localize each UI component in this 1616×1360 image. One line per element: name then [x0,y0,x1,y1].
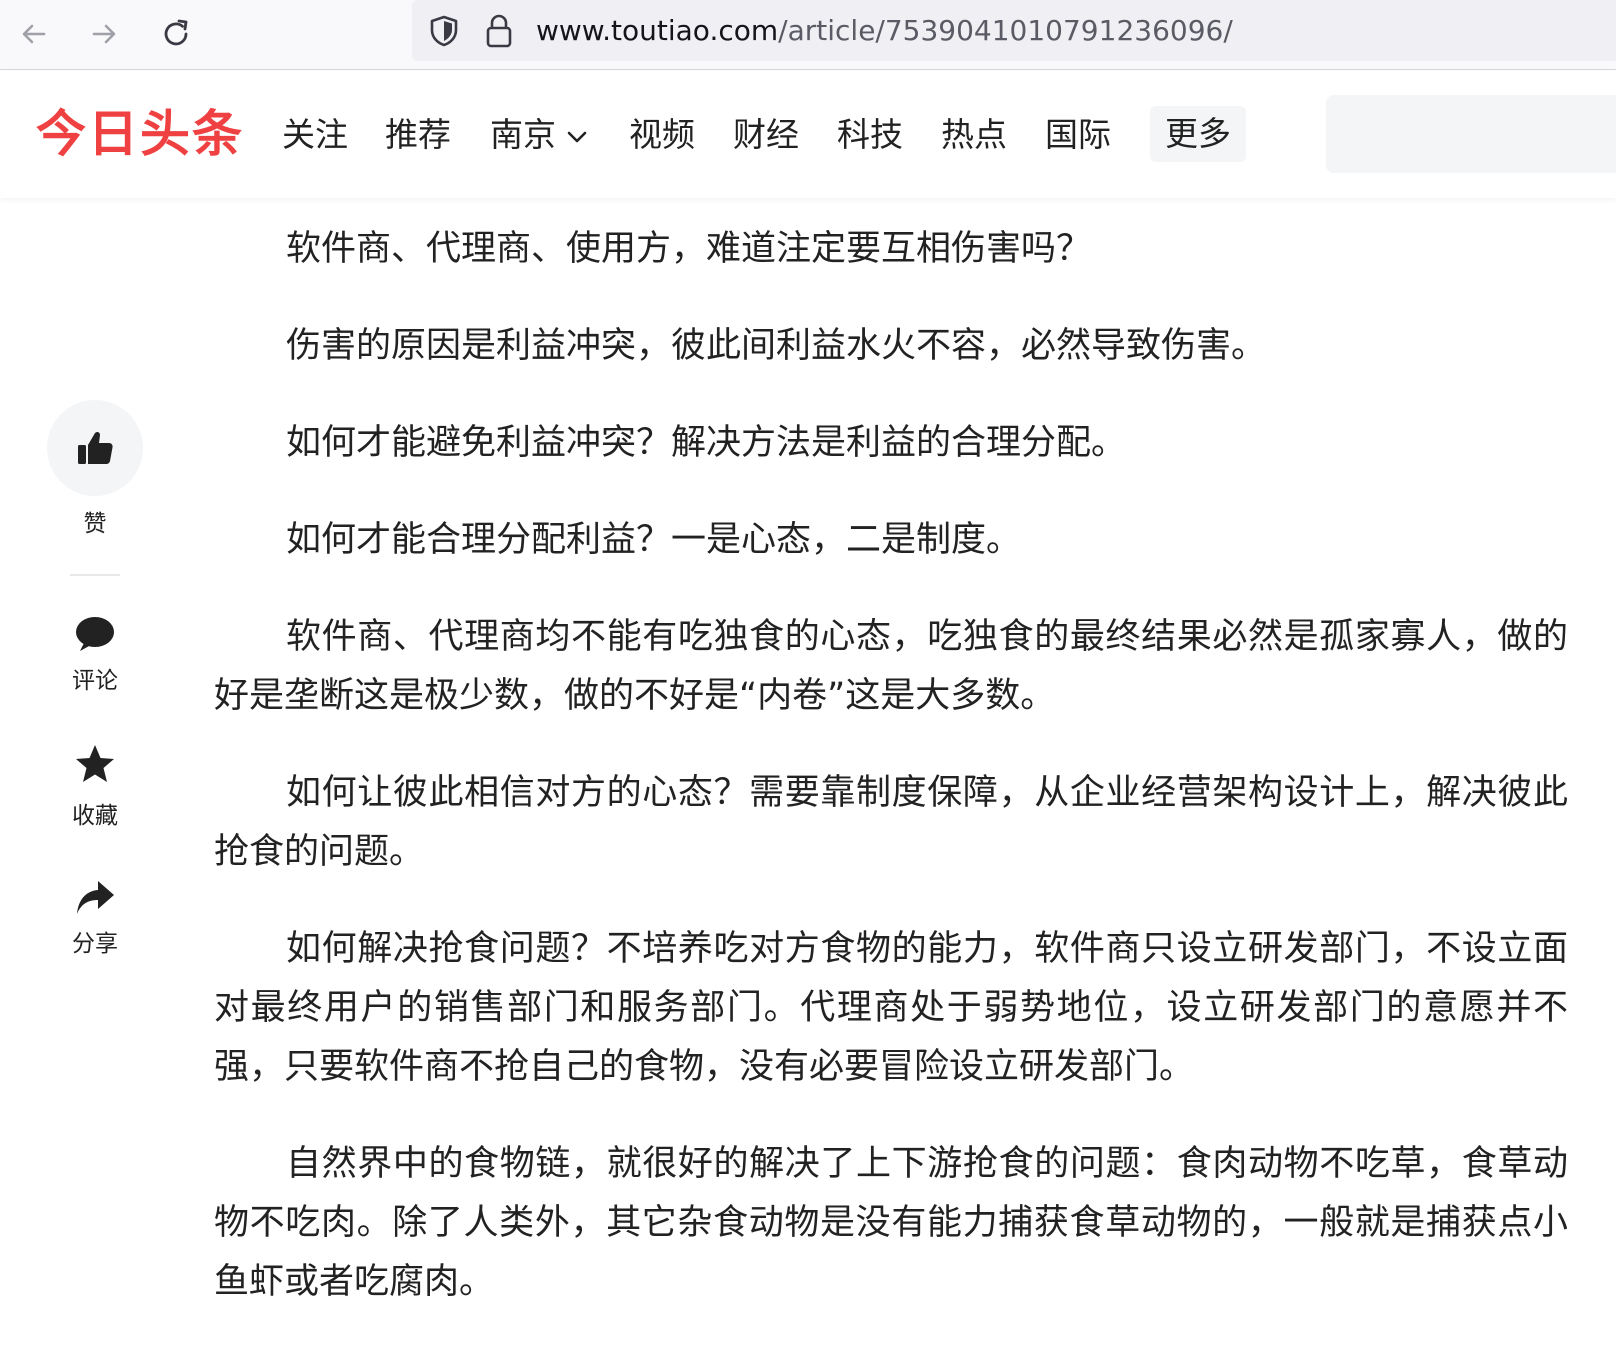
lock-icon[interactable] [484,12,514,50]
comment-label: 评论 [72,668,118,694]
comment-button[interactable] [47,612,143,656]
thumbs-up-icon [78,431,113,464]
article-paragraph: 软件商、代理商、使用方，难道注定要互相伤害吗？ [286,229,1092,269]
favorite-button[interactable] [47,742,143,786]
reload-button[interactable] [152,10,200,58]
arrow-left-icon [22,24,46,44]
rail-divider [70,574,120,576]
share-label: 分享 [72,931,118,957]
nav-city-label: 南京 [490,115,556,154]
article-paragraph: 如何让彼此相信对方的心态？需要靠制度保障，从企业经营架构设计上，解决彼此抢食的问… [214,773,1568,872]
article-body: 软件商、代理商、使用方，难道注定要互相伤害吗？ 伤害的原因是利益冲突，彼此间利益… [214,220,1568,1350]
nav-tech[interactable]: 科技 [837,111,903,159]
article-paragraph: 如何才能合理分配利益？一是心态，二是制度。 [286,520,1022,560]
site-logo[interactable]: 今日头条 [36,103,244,165]
like-button[interactable] [47,400,143,496]
nav-video[interactable]: 视频 [629,111,695,159]
favorite-label: 收藏 [72,803,118,829]
reload-icon [164,19,188,46]
article-paragraph: 如何解决抢食问题？不培养吃对方食物的能力，软件商只设立研发部门，不设立面对最终用… [214,929,1568,1087]
share-icon [77,881,114,914]
share-button[interactable] [47,876,143,920]
nav-follow[interactable]: 关注 [282,111,348,159]
nav-international[interactable]: 国际 [1045,111,1111,159]
nav-city-dropdown[interactable]: 南京 [490,111,588,159]
arrow-right-icon [92,24,116,44]
browser-toolbar: www.toutiao.com/article/7539041010791236… [0,0,1616,70]
comment-icon [76,617,114,651]
article-paragraph: 伤害的原因是利益冲突，彼此间利益水火不容，必然导致伤害。 [286,326,1267,366]
nav-more-button[interactable]: 更多 [1150,106,1246,162]
back-button[interactable] [10,10,58,58]
article-paragraph: 自然界中的食物链，就很好的解决了上下游抢食的问题：食肉动物不吃草，食草动物不吃肉… [214,1144,1568,1302]
nav-recommend[interactable]: 推荐 [385,111,451,159]
article-paragraph: 软件商、代理商均不能有吃独食的心态，吃独食的最终结果必然是孤家寡人，做的好是垄断… [214,617,1568,716]
forward-button[interactable] [80,10,128,58]
star-icon [76,745,114,782]
url-domain: www.toutiao.com [536,14,779,47]
url-text[interactable]: www.toutiao.com/article/7539041010791236… [536,14,1233,48]
nav-hot[interactable]: 热点 [941,111,1007,159]
address-bar[interactable]: www.toutiao.com/article/7539041010791236… [412,0,1616,61]
nav-finance[interactable]: 财经 [733,111,799,159]
chevron-down-icon [567,131,587,142]
url-path: /article/7539041010791236096/ [778,14,1233,47]
like-label: 赞 [83,511,107,537]
article-paragraph: 如何才能避免利益冲突？解决方法是利益的合理分配。 [286,423,1127,463]
site-header: 今日头条 关注 推荐 南京 视频 财经 科技 热点 国际 更多 [0,71,1616,198]
shield-icon[interactable] [426,13,462,49]
search-input[interactable] [1326,95,1616,173]
